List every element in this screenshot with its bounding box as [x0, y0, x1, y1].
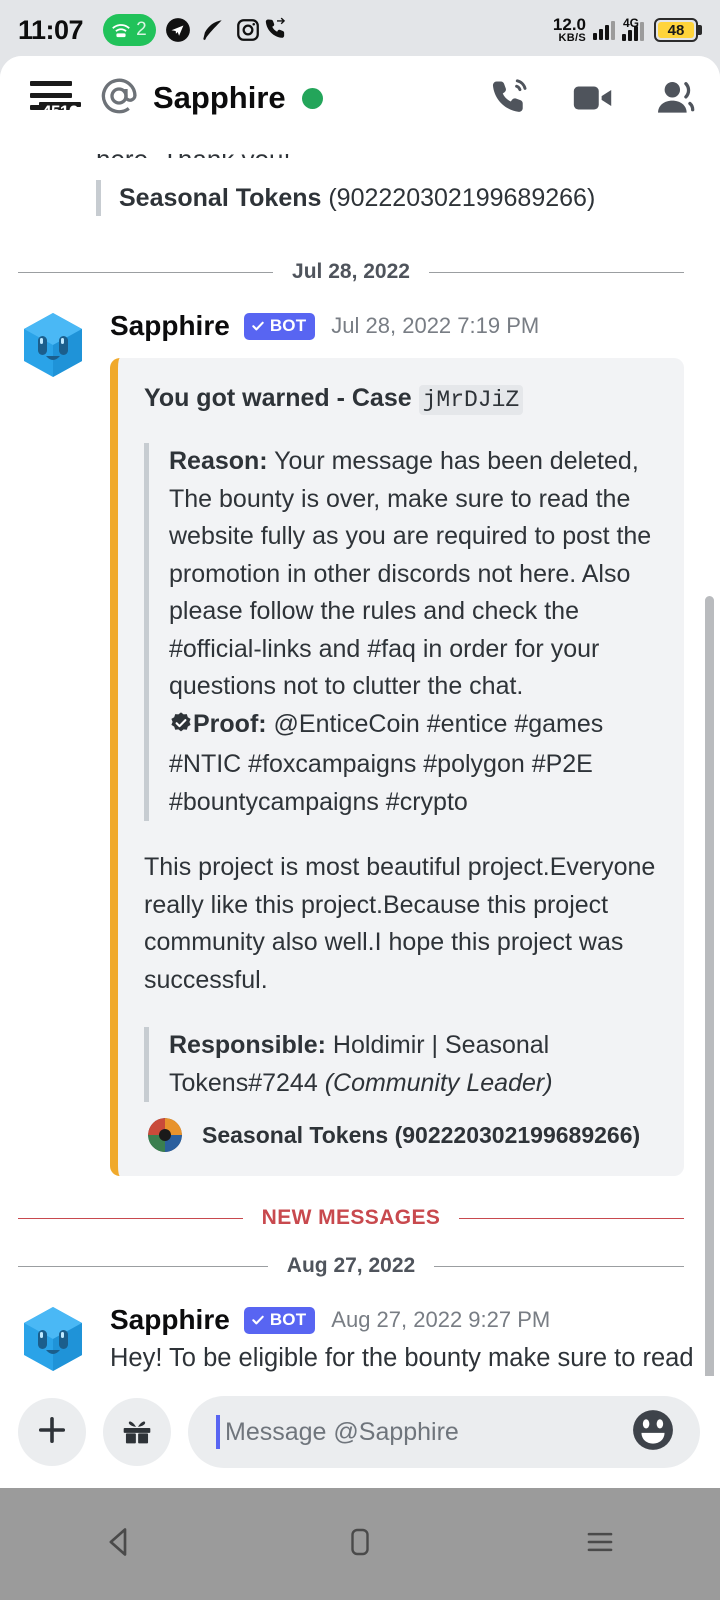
embed-footer-text: Seasonal Tokens (902220302199689266)	[202, 1121, 641, 1148]
date-divider-jul28: Jul 28, 2022	[18, 260, 685, 284]
network-speed-unit: KB/S	[558, 32, 586, 44]
quoted-server-ref: Seasonal Tokens (902220302199689266)	[96, 180, 702, 217]
signal-bars-sim1-icon	[593, 20, 615, 40]
embed-footer: Seasonal Tokens (902220302199689266)	[144, 1118, 658, 1153]
embed-title-prefix: You got warned - Case	[144, 384, 412, 413]
embed-responsible-block: Responsible: Holdimir | Seasonal Tokens#…	[144, 1027, 658, 1103]
embed-reason-label: Reason:	[169, 447, 268, 476]
call-forward-icon	[264, 17, 290, 43]
new-messages-divider: NEW MESSAGES	[18, 1206, 684, 1230]
message-input-bar: Message @Sapphire	[0, 1376, 720, 1488]
instagram-icon	[235, 17, 261, 43]
at-symbol-icon	[98, 75, 140, 122]
video-call-icon[interactable]	[570, 75, 616, 121]
embed-paragraph: This project is most beautiful project.E…	[144, 853, 656, 994]
new-messages-label: NEW MESSAGES	[261, 1206, 441, 1230]
server-icon	[148, 1118, 182, 1153]
header-actions	[490, 75, 698, 121]
quill-icon	[200, 17, 226, 43]
embed-reason-block: Reason: Your message has been deleted, T…	[144, 443, 658, 822]
message-header: Sapphire BOT Jul 28, 2022 7:19 PM	[110, 310, 702, 342]
embed-proof-label: Proof:	[193, 709, 267, 738]
message-input[interactable]: Message @Sapphire	[188, 1396, 700, 1468]
wifi-device-count: 2	[136, 19, 147, 40]
embed-case-id: jMrDJiZ	[418, 385, 524, 416]
status-bar-right: 12.0 KB/S 4G 48	[553, 16, 702, 44]
home-button[interactable]	[300, 1524, 420, 1565]
message-timestamp: Aug 27, 2022 9:27 PM	[331, 1307, 551, 1333]
message-header: Sapphire BOT Aug 27, 2022 9:27 PM	[110, 1304, 702, 1336]
bot-badge-label: BOT	[269, 315, 307, 335]
voice-call-icon[interactable]	[490, 77, 532, 119]
network-type-label: 4G	[623, 16, 640, 30]
telegram-icon	[165, 17, 191, 43]
embed-reason-text: Your message has been deleted, The bount…	[169, 447, 652, 701]
message-author[interactable]: Sapphire	[110, 310, 230, 342]
menu-button[interactable]: 4516	[30, 81, 81, 121]
channel-header: 4516 Sapphire	[0, 56, 720, 140]
message-author[interactable]: Sapphire	[110, 1304, 230, 1336]
date-divider-label: Aug 27, 2022	[286, 1254, 416, 1278]
send-gift-button[interactable]	[103, 1398, 171, 1466]
add-attachment-button[interactable]	[18, 1398, 86, 1466]
bot-badge: BOT	[243, 1306, 316, 1334]
battery-icon: 48	[654, 18, 702, 42]
avatar[interactable]	[18, 310, 88, 380]
status-bar-left: 11:07 2	[18, 14, 290, 46]
phone-screen: 11:07 2 12.0 KB/S 4G 48 4516 Sapphire Se…	[0, 0, 720, 1600]
back-icon	[100, 1522, 140, 1567]
embed-responsible-role: (Community Leader)	[324, 1068, 553, 1097]
emoji-icon[interactable]	[630, 1407, 676, 1458]
bot-badge-label: BOT	[269, 1309, 307, 1329]
message-input-placeholder: Message @Sapphire	[225, 1417, 459, 1446]
message-timestamp: Jul 28, 2022 7:19 PM	[331, 313, 540, 339]
gift-icon	[120, 1413, 154, 1452]
page-title: Sapphire	[153, 80, 286, 115]
home-icon	[342, 1524, 378, 1565]
quoted-server-name: Seasonal Tokens	[119, 184, 322, 212]
network-speed-value: 12.0	[552, 15, 586, 34]
status-badge	[301, 87, 323, 109]
embed-title: You got warned - Case jMrDJiZ	[144, 384, 658, 416]
android-nav-bar	[0, 1488, 720, 1600]
date-divider-aug27: Aug 27, 2022	[18, 1254, 684, 1278]
plus-icon	[34, 1412, 70, 1453]
recents-button[interactable]	[540, 1523, 660, 1566]
bot-badge: BOT	[243, 312, 316, 340]
avatar[interactable]	[18, 1304, 88, 1374]
battery-percent: 48	[658, 22, 694, 39]
warning-embed: You got warned - Case jMrDJiZ Reason: Yo…	[110, 358, 684, 1177]
text-caret	[216, 1415, 220, 1449]
message-sapphire-jul28: Sapphire BOT Jul 28, 2022 7:19 PM You go…	[0, 310, 702, 1177]
date-divider-label: Jul 28, 2022	[292, 260, 410, 284]
back-button[interactable]	[60, 1522, 180, 1567]
network-speed: 12.0 KB/S	[553, 16, 586, 44]
message-list[interactable]: here. Thank you! Seasonal Tokens (902220…	[0, 140, 720, 1488]
discord-app: 4516 Sapphire Seasonal Tokens (902220302…	[0, 56, 720, 1488]
quoted-server-id: (902220302199689266)	[328, 184, 596, 212]
embed-responsible-label: Responsible:	[169, 1031, 326, 1060]
wifi-hotspot-icon: 2	[103, 14, 156, 46]
signal-bars-sim2-icon: 4G	[622, 16, 644, 41]
verified-icon	[169, 709, 193, 747]
members-icon[interactable]	[654, 76, 698, 120]
unread-badge: 4516	[39, 102, 81, 121]
recents-icon	[581, 1523, 619, 1566]
scrollbar[interactable]	[705, 596, 714, 1466]
status-bar: 11:07 2 12.0 KB/S 4G 48	[0, 0, 720, 60]
clock: 11:07	[18, 14, 84, 45]
